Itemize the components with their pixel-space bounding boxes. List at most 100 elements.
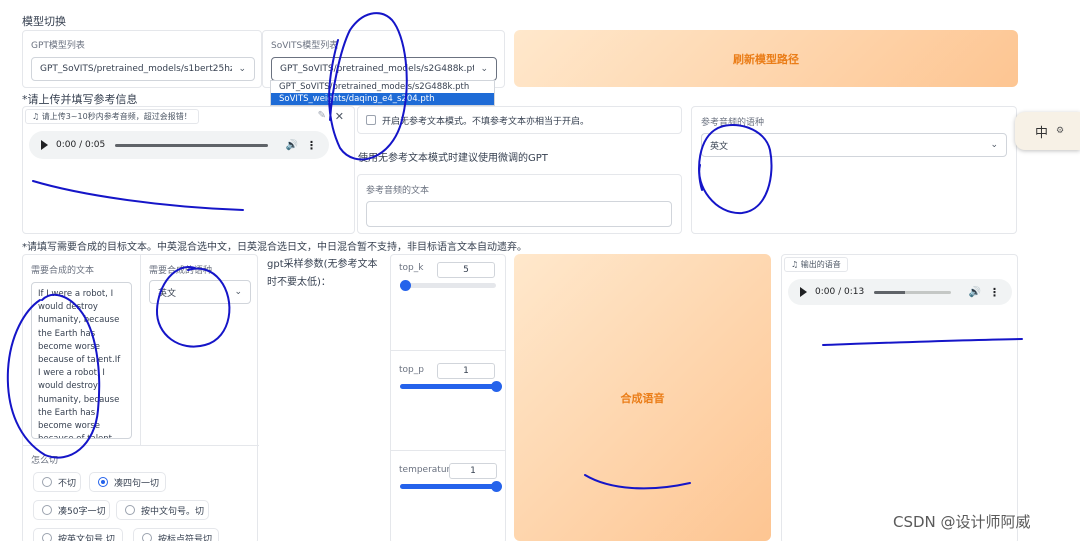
temperature-block: temperature 1 xyxy=(391,451,505,541)
slider-knob[interactable] xyxy=(491,381,502,392)
cut-option-label: 按英文句号.切 xyxy=(58,534,115,541)
cut-option[interactable]: 按标点符号切 xyxy=(133,528,219,541)
target-lang-area: 需要合成的语种 英文 ⌄ xyxy=(140,255,259,445)
chevron-down-icon: ⌄ xyxy=(234,287,242,297)
watermark: CSDN @设计师阿威 xyxy=(893,513,1031,531)
chevron-down-icon: ⌄ xyxy=(238,64,246,74)
more-options-icon[interactable]: ⋮ xyxy=(306,139,317,152)
radio-icon xyxy=(142,533,152,541)
cut-label: 怎么切 xyxy=(31,456,59,466)
ref-text-label: 参考音频的文本 xyxy=(366,186,430,196)
gpt-model-label: GPT模型列表 xyxy=(31,41,85,51)
sovits-model-select[interactable]: GPT_SoVITS/pretrained_models/s2G488k.pth… xyxy=(271,57,497,81)
no-ref-checkbox-label: 开启无参考文本模式。不填参考文本亦相当于开启。 xyxy=(382,116,590,127)
volume-icon[interactable]: 🔊 xyxy=(286,140,298,151)
cut-option[interactable]: 按英文句号.切 xyxy=(33,528,123,541)
radio-icon xyxy=(98,477,108,487)
radio-icon xyxy=(42,477,52,487)
slider-knob[interactable] xyxy=(399,280,411,291)
synthesize-button[interactable]: 合成语音 xyxy=(514,254,771,541)
sovits-dropdown-option[interactable]: SoVITS_weights/daqing_e4_s204.pth xyxy=(271,93,494,105)
synthesis-left-panel: 需要合成的文本 If I were a robot, I would destr… xyxy=(22,254,259,541)
more-options-icon[interactable]: ⋮ xyxy=(989,286,1000,299)
output-audio-time: 0:00 / 0:13 xyxy=(815,287,865,297)
ime-mode[interactable]: 中 xyxy=(1035,122,1048,141)
chevron-down-icon: ⌄ xyxy=(480,64,488,74)
close-icon[interactable]: ✕ xyxy=(335,110,344,123)
chevron-down-icon: ⌄ xyxy=(990,140,998,150)
play-icon[interactable] xyxy=(41,140,48,150)
ref-lang-label: 参考音频的语种 xyxy=(701,118,765,128)
temperature-slider[interactable] xyxy=(400,481,502,492)
slider-knob[interactable] xyxy=(491,481,502,492)
audio-progress-track[interactable] xyxy=(115,143,268,147)
output-audio-player[interactable]: 0:00 / 0:13 🔊 ⋮ xyxy=(788,279,1012,305)
target-text-value: If I were a robot, I would destroy human… xyxy=(38,289,121,438)
top-p-block: top_p 1 xyxy=(391,351,505,451)
ref-lang-value: 英文 xyxy=(710,141,729,152)
refresh-models-button[interactable]: 刷新模型路径 xyxy=(514,30,1018,87)
output-label: ♫ 输出的语音 xyxy=(784,257,848,272)
output-panel: ♫ 输出的语音 0:00 / 0:13 🔊 ⋮ xyxy=(781,254,1018,541)
play-icon[interactable] xyxy=(800,287,807,297)
reference-audio-player[interactable]: 0:00 / 0:05 🔊 ⋮ xyxy=(29,131,329,159)
ref-lang-select[interactable]: 英文 ⌄ xyxy=(701,133,1007,157)
cut-option-label: 凑50字一切 xyxy=(58,506,106,517)
temperature-input[interactable]: 1 xyxy=(449,463,497,479)
pencil-icon[interactable]: ✎ xyxy=(318,110,326,121)
target-lang-value: 英文 xyxy=(158,288,177,299)
sovits-dropdown-list: GPT_SoVITS/pretrained_models/s2G488k.pth… xyxy=(270,80,495,106)
ref-text-input[interactable] xyxy=(366,201,672,227)
target-lang-select[interactable]: 英文 ⌄ xyxy=(149,280,251,304)
checkbox[interactable] xyxy=(366,115,376,125)
cut-option-label: 按标点符号切 xyxy=(158,534,213,541)
cut-option[interactable]: 不切 xyxy=(33,472,81,492)
upload-label: ♫ 请上传3~10秒内参考音频，超过会报错！ xyxy=(25,109,199,124)
radio-icon xyxy=(42,505,52,515)
top-p-input[interactable]: 1 xyxy=(437,363,495,379)
cut-option-label: 凑四句一切 xyxy=(114,478,160,489)
sovits-model-label: SoVITS模型列表 xyxy=(271,41,339,51)
audio-time: 0:00 / 0:05 xyxy=(56,140,106,150)
no-ref-hint: 使用无参考文本模式时建议使用微调的GPT xyxy=(358,153,548,164)
target-text-label: 需要合成的文本 xyxy=(31,266,95,276)
top-p-slider[interactable] xyxy=(400,381,502,392)
cut-option[interactable]: 凑四句一切 xyxy=(89,472,166,492)
cut-option-label: 不切 xyxy=(58,478,77,489)
sovits-dropdown-option[interactable]: GPT_SoVITS/pretrained_models/s2G488k.pth xyxy=(271,81,494,93)
cut-option[interactable]: 凑50字一切 xyxy=(33,500,110,520)
top-k-slider[interactable] xyxy=(399,280,496,291)
top-k-input[interactable]: 5 xyxy=(437,262,495,278)
volume-icon[interactable]: 🔊 xyxy=(969,287,981,298)
no-ref-panel: 开启无参考文本模式。不填参考文本亦相当于开启。 使用无参考文本模式时建议使用微调… xyxy=(357,106,682,234)
target-lang-label: 需要合成的语种 xyxy=(149,266,213,276)
no-ref-checkbox-row[interactable]: 开启无参考文本模式。不填参考文本亦相当于开启。 xyxy=(357,106,682,134)
top-p-label: top_p xyxy=(399,365,424,375)
audio-progress-track[interactable] xyxy=(874,290,951,294)
reference-audio-panel: ♫ 请上传3~10秒内参考音频，超过会报错！ ✕ ✎ 0:00 / 0:05 🔊… xyxy=(22,106,355,234)
top-k-block: top_k 5 xyxy=(391,255,505,351)
gpt-model-panel: GPT模型列表 GPT_SoVITS/pretrained_models/s1b… xyxy=(22,30,262,88)
params-panel: top_k 5 top_p 1 temperature 1 xyxy=(390,254,506,541)
sovits-model-value: GPT_SoVITS/pretrained_models/s2G488k.pth xyxy=(280,64,475,74)
radio-icon xyxy=(125,505,135,515)
cut-option[interactable]: 按中文句号。切 xyxy=(116,500,209,520)
radio-icon xyxy=(42,533,52,541)
music-note-icon: ♫ xyxy=(32,112,42,121)
music-note-icon: ♫ xyxy=(791,260,801,269)
top-k-label: top_k xyxy=(399,263,424,273)
ime-toolbar[interactable]: 中 ⚙ xyxy=(1015,112,1080,150)
ime-settings-icon[interactable]: ⚙ xyxy=(1056,126,1064,136)
temperature-label: temperature xyxy=(399,465,456,475)
gpt-params-label: gpt采样参数(无参考文本时不要太低)： xyxy=(267,259,378,288)
gpt-model-select[interactable]: GPT_SoVITS/pretrained_models/s1bert25hz-… xyxy=(31,57,255,81)
model-switch-title: 模型切换 xyxy=(22,15,66,28)
gpt-model-value: GPT_SoVITS/pretrained_models/s1bert25hz-… xyxy=(40,64,232,74)
ref-text-panel: 参考音频的文本 xyxy=(357,174,682,234)
ref-lang-panel: 参考音频的语种 英文 ⌄ xyxy=(691,106,1017,234)
synthesis-title: *请填写需要合成的目标文本。中英混合选中文，日英混合选日文，中日混合暂不支持，非… xyxy=(22,242,527,253)
target-text-input[interactable]: If I were a robot, I would destroy human… xyxy=(31,282,132,439)
cut-divider xyxy=(23,445,259,446)
cut-option-label: 按中文句号。切 xyxy=(141,506,205,517)
reference-title: *请上传并填写参考信息 xyxy=(22,93,138,106)
